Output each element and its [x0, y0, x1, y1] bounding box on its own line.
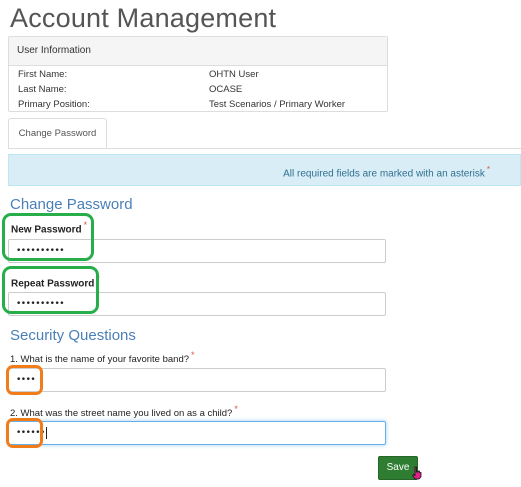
- repeat-password-highlight: [2, 266, 99, 314]
- alert-text: All required fields are marked with an a…: [283, 168, 485, 180]
- hand-pointer-icon: [411, 466, 422, 480]
- first-name-label: First Name:: [18, 69, 68, 80]
- alert-asterisk: *: [486, 165, 490, 174]
- tab-divider: [8, 148, 521, 149]
- required-fields-alert: All required fields are marked with an a…: [8, 154, 521, 186]
- question-2-text: 2. What was the street name you lived on…: [10, 408, 233, 420]
- user-info-panel: User Information First Name: OHTN User L…: [8, 36, 388, 112]
- text-caret: [45, 426, 47, 439]
- alert-message: All required fields are marked with an a…: [283, 165, 490, 179]
- question-1-answer-input[interactable]: ••••: [8, 368, 386, 392]
- page-title: Account Management: [10, 3, 277, 33]
- user-info-heading: User Information: [9, 37, 387, 66]
- required-asterisk: *: [191, 350, 195, 360]
- last-name-value: OCASE: [209, 84, 243, 95]
- primary-position-label: Primary Position:: [18, 99, 90, 110]
- question-1-text: 1. What is the name of your favorite ban…: [10, 354, 190, 366]
- tab-change-password[interactable]: Change Password: [8, 118, 107, 149]
- question-2-label: 2. What was the street name you lived on…: [10, 404, 238, 419]
- question-2-highlight: [6, 418, 43, 448]
- question-1-label: 1. What is the name of your favorite ban…: [10, 350, 195, 365]
- new-password-highlight: [2, 213, 94, 261]
- first-name-value: OHTN User: [209, 69, 259, 80]
- primary-position-value: Test Scenarios / Primary Worker: [209, 99, 346, 110]
- security-questions-title: Security Questions: [10, 327, 136, 344]
- last-name-label: Last Name:: [18, 84, 67, 95]
- question-1-highlight: [6, 365, 43, 395]
- question-2-answer-input[interactable]: ••••••: [8, 421, 386, 445]
- required-asterisk: *: [234, 404, 238, 414]
- change-password-title: Change Password: [10, 196, 133, 213]
